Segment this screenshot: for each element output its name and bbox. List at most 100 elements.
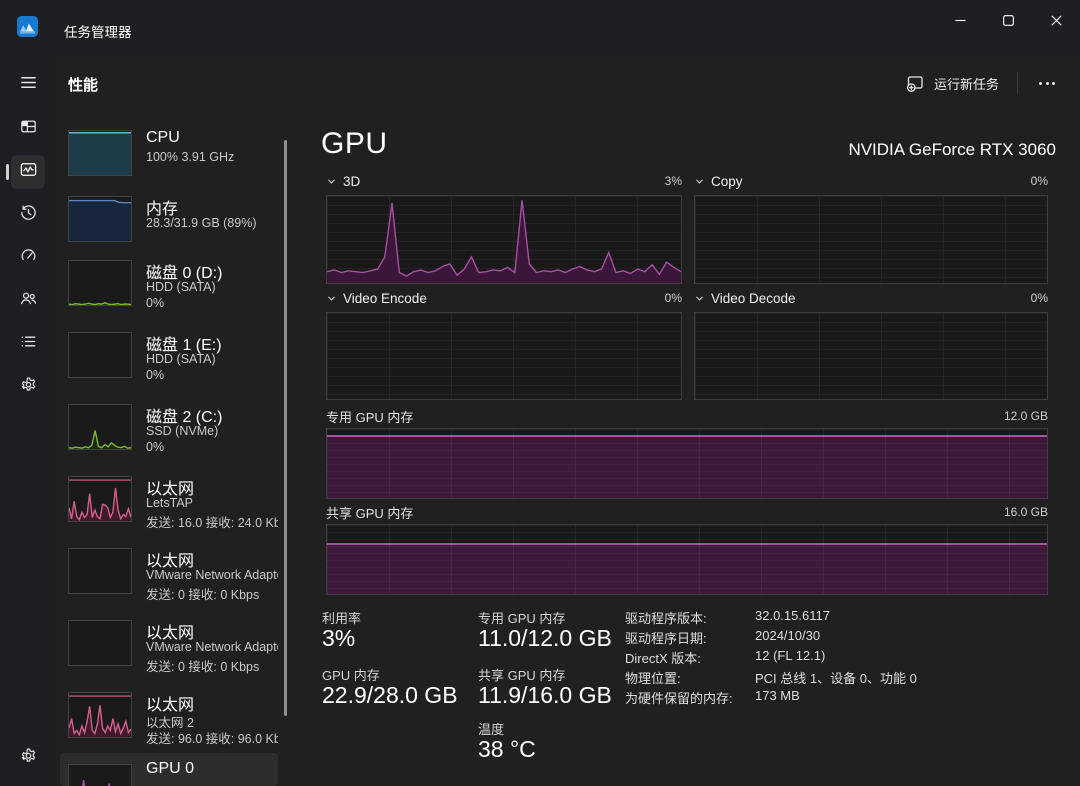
- selected-nav-accent: [6, 164, 9, 180]
- sidebar-item-startup-apps[interactable]: [11, 241, 45, 275]
- disk0-sparkline: [68, 260, 132, 306]
- perf-item-sub: HDD (SATA): [146, 280, 216, 294]
- sidebar-item-app-history[interactable]: [11, 198, 45, 232]
- maximize-button[interactable]: [984, 0, 1032, 40]
- window-title: 任务管理器: [64, 25, 132, 40]
- perf-item-sub2: 发送: 96.0 接收: 96.0 Kbps: [146, 732, 278, 746]
- ethernet-sparkline: [68, 692, 132, 738]
- perf-item-sub2: 发送: 0 接收: 0 Kbps: [146, 588, 260, 602]
- chart-header-video-decode: Video Decode 0%: [694, 289, 1048, 307]
- detail-value: 173 MB: [755, 688, 800, 703]
- run-new-task-label: 运行新任务: [934, 76, 1000, 92]
- list-scrollbar[interactable]: [284, 140, 287, 716]
- chart-label: Video Decode: [711, 290, 796, 306]
- list-item-disk2[interactable]: 磁盘 2 (C:) SSD (NVMe) 0%: [64, 402, 278, 468]
- detail-label: 为硬件保留的内存:: [625, 691, 733, 706]
- shared-memory-label: 共享 GPU 内存: [326, 505, 414, 521]
- perf-item-sub2: 0%: [146, 440, 165, 454]
- perf-item-title: GPU 0: [146, 760, 195, 777]
- chart-value: 0%: [1030, 291, 1048, 305]
- list-item-disk1[interactable]: 磁盘 1 (E:) HDD (SATA) 0%: [64, 330, 278, 396]
- dedicated-mem-stat-value: 11.0/12.0 GB: [478, 625, 612, 651]
- ethernet-sparkline: [68, 476, 132, 522]
- startup-gauge-icon: [19, 246, 38, 270]
- dedicated-memory-label: 专用 GPU 内存: [326, 409, 414, 425]
- header-separator: [1017, 72, 1018, 94]
- task-manager-window: 任务管理器 性能 运行新任务 CPU 100% 3.91 GHz 内存 28.3…: [0, 0, 1080, 786]
- processes-icon: [19, 117, 38, 141]
- dedicated-memory-header: 专用 GPU 内存 12.0 GB: [326, 408, 1048, 425]
- navigation-menu-button[interactable]: [11, 68, 45, 102]
- settings-gear-icon: [19, 746, 38, 770]
- list-item-ethernet2[interactable]: 以太网 以太网 2 发送: 96.0 接收: 96.0 Kbps: [64, 690, 278, 756]
- gpu-video-decode-chart: [694, 312, 1048, 400]
- list-item-gpu0-selected[interactable]: GPU 0: [60, 753, 278, 786]
- list-item-disk0[interactable]: 磁盘 0 (D:) HDD (SATA) 0%: [64, 258, 278, 324]
- detail-value: PCI 总线 1、设备 0、功能 0: [755, 671, 917, 686]
- chevron-down-icon[interactable]: [694, 176, 705, 187]
- details-list-icon: [19, 332, 38, 356]
- gpu-3d-chart: [326, 195, 682, 284]
- memory-sparkline: [68, 196, 132, 242]
- detail-value: 32.0.15.6117: [755, 608, 830, 623]
- sidebar-item-users[interactable]: [11, 284, 45, 318]
- temperature-value: 38 °C: [478, 736, 536, 762]
- sidebar-item-details[interactable]: [11, 327, 45, 361]
- performance-icon: [19, 160, 38, 184]
- detail-row: 物理位置: PCI 总线 1、设备 0、功能 0: [625, 668, 1055, 688]
- perf-item-sub: VMware Network Adapter: [146, 568, 278, 582]
- chevron-down-icon[interactable]: [694, 293, 705, 304]
- sidebar-item-processes[interactable]: [11, 112, 45, 146]
- detail-label: DirectX 版本:: [625, 651, 701, 666]
- detail-label: 物理位置:: [625, 671, 681, 686]
- detail-label: 驱动程序版本:: [625, 611, 707, 626]
- run-new-task-button[interactable]: 运行新任务: [893, 66, 1011, 100]
- disk2-sparkline: [68, 404, 132, 450]
- gpu-copy-chart: [694, 195, 1048, 284]
- list-item-ethernet-vmware2[interactable]: 以太网 VMware Network Adapter 发送: 0 接收: 0 K…: [64, 618, 278, 684]
- more-options-icon: [1039, 81, 1042, 85]
- detail-row: 驱动程序版本: 32.0.15.6117: [625, 608, 1055, 628]
- perf-item-sub2: 0%: [146, 368, 165, 382]
- detail-row: 驱动程序日期: 2024/10/30: [625, 628, 1055, 648]
- gpu-panel-title: GPU: [321, 127, 388, 160]
- services-cog-icon: [19, 375, 38, 399]
- sidebar-item-services[interactable]: [11, 370, 45, 404]
- perf-item-sub: LetsTAP: [146, 496, 194, 510]
- utilization-value: 3%: [322, 625, 356, 651]
- list-item-ethernet-letstap[interactable]: 以太网 LetsTAP 发送: 16.0 接收: 24.0 Kbps: [64, 474, 278, 540]
- chevron-down-icon[interactable]: [326, 176, 337, 187]
- cpu-sparkline: [68, 130, 132, 176]
- dedicated-memory-max: 12.0 GB: [1003, 409, 1048, 423]
- minimize-button[interactable]: [936, 0, 984, 40]
- chart-value: 3%: [664, 174, 682, 188]
- list-item-cpu[interactable]: CPU 100% 3.91 GHz: [64, 128, 278, 194]
- chart-label: 3D: [343, 173, 361, 189]
- close-button[interactable]: [1032, 0, 1080, 40]
- page-title: 性能: [68, 77, 99, 94]
- window-controls: [936, 0, 1080, 40]
- perf-item-sub: 100% 3.91 GHz: [146, 150, 235, 164]
- shared-memory-max: 16.0 GB: [1003, 505, 1048, 519]
- sidebar-item-performance[interactable]: [11, 155, 45, 189]
- disk1-sparkline: [68, 332, 132, 378]
- settings-button[interactable]: [11, 741, 45, 775]
- shared-memory-bar: [326, 524, 1048, 595]
- list-item-ethernet-vmware1[interactable]: 以太网 VMware Network Adapter 发送: 0 接收: 0 K…: [64, 546, 278, 612]
- list-item-memory[interactable]: 内存 28.3/31.9 GB (89%): [64, 194, 278, 260]
- chevron-down-icon[interactable]: [326, 293, 337, 304]
- detail-row: 为硬件保留的内存: 173 MB: [625, 688, 1055, 708]
- perf-item-sub: 28.3/31.9 GB (89%): [146, 216, 257, 230]
- perf-item-sub2: 发送: 16.0 接收: 24.0 Kbps: [146, 516, 278, 530]
- more-options-button[interactable]: [1026, 66, 1068, 100]
- chart-value: 0%: [1030, 174, 1048, 188]
- shared-memory-header: 共享 GPU 内存 16.0 GB: [326, 504, 1048, 521]
- perf-item-sub: SSD (NVMe): [146, 424, 219, 438]
- chart-header-3d: 3D 3%: [326, 172, 682, 190]
- chart-header-video-encode: Video Encode 0%: [326, 289, 682, 307]
- app-history-icon: [19, 203, 38, 227]
- perf-item-sub: HDD (SATA): [146, 352, 216, 366]
- ethernet-sparkline: [68, 548, 132, 594]
- detail-label: 驱动程序日期:: [625, 631, 707, 646]
- ethernet-sparkline: [68, 620, 132, 666]
